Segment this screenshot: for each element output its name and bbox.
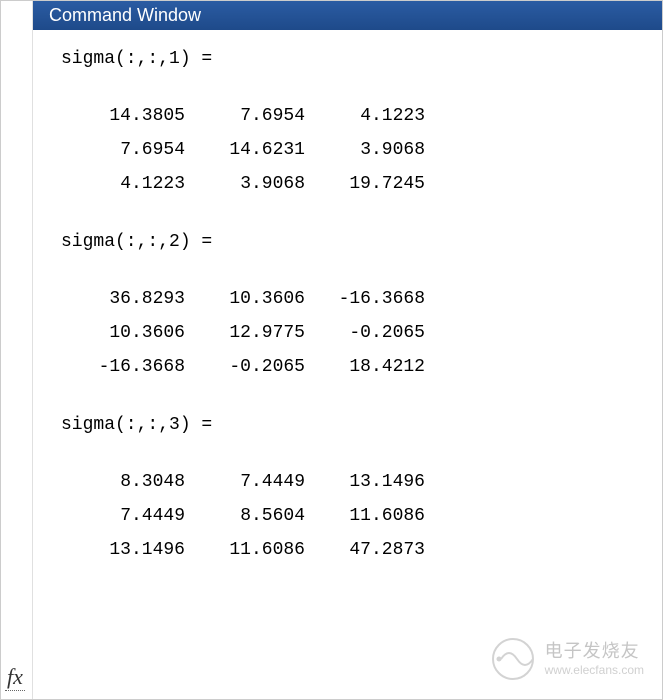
fx-prompt-icon[interactable]: fx bbox=[5, 664, 25, 691]
matrix-cell: 7.6954 bbox=[65, 133, 185, 167]
matrix-cell: -16.3668 bbox=[305, 282, 425, 316]
matrix-cell: 3.9068 bbox=[185, 167, 305, 201]
matrix-row: 7.6954 14.6231 3.9068 bbox=[61, 133, 634, 167]
watermark-sub: www.elecfans.com bbox=[545, 663, 644, 677]
matrix-cell: 8.5604 bbox=[185, 499, 305, 533]
output-block: sigma(:,:,1) = 14.3805 7.6954 4.1223 7.6… bbox=[61, 44, 634, 201]
matrix-row: 4.1223 3.9068 19.7245 bbox=[61, 167, 634, 201]
matrix-row: 7.4449 8.5604 11.6086 bbox=[61, 499, 634, 533]
matrix-cell: 11.6086 bbox=[305, 499, 425, 533]
matrix-row: 10.3606 12.9775 -0.2065 bbox=[61, 316, 634, 350]
matrix-cell: 36.8293 bbox=[65, 282, 185, 316]
matrix-cell: 7.6954 bbox=[185, 99, 305, 133]
matrix-cell: 18.4212 bbox=[305, 350, 425, 384]
command-window-title-bar: Command Window bbox=[33, 1, 662, 30]
matrix-cell: 7.4449 bbox=[65, 499, 185, 533]
variable-header: sigma(:,:,3) = bbox=[61, 410, 634, 441]
window-title: Command Window bbox=[49, 5, 201, 25]
matrix-cell: 13.1496 bbox=[305, 465, 425, 499]
matrix-cell: -0.2065 bbox=[185, 350, 305, 384]
matrix-cell: 4.1223 bbox=[305, 99, 425, 133]
matrix-cell: 10.3606 bbox=[65, 316, 185, 350]
matrix-cell: 14.6231 bbox=[185, 133, 305, 167]
matrix-cell: 4.1223 bbox=[65, 167, 185, 201]
matrix-cell: -16.3668 bbox=[65, 350, 185, 384]
command-window-output[interactable]: sigma(:,:,1) = 14.3805 7.6954 4.1223 7.6… bbox=[33, 30, 662, 607]
matrix-cell: 11.6086 bbox=[185, 533, 305, 567]
matrix-cell: 14.3805 bbox=[65, 99, 185, 133]
matrix-cell: 8.3048 bbox=[65, 465, 185, 499]
matrix-cell: 3.9068 bbox=[305, 133, 425, 167]
output-block: sigma(:,:,3) = 8.3048 7.4449 13.1496 7.4… bbox=[61, 410, 634, 567]
matrix-row: -16.3668 -0.2065 18.4212 bbox=[61, 350, 634, 384]
matrix-row: 14.3805 7.6954 4.1223 bbox=[61, 99, 634, 133]
matrix-cell: -0.2065 bbox=[305, 316, 425, 350]
matrix-row: 36.8293 10.3606 -16.3668 bbox=[61, 282, 634, 316]
matrix-cell: 13.1496 bbox=[65, 533, 185, 567]
variable-header: sigma(:,:,2) = bbox=[61, 227, 634, 258]
matrix-cell: 7.4449 bbox=[185, 465, 305, 499]
matrix-cell: 12.9775 bbox=[185, 316, 305, 350]
matrix-row: 8.3048 7.4449 13.1496 bbox=[61, 465, 634, 499]
output-block: sigma(:,:,2) = 36.8293 10.3606 -16.3668 … bbox=[61, 227, 634, 384]
matrix-cell: 47.2873 bbox=[305, 533, 425, 567]
gutter bbox=[1, 1, 33, 699]
watermark: 电子发烧友 www.elecfans.com bbox=[491, 637, 644, 681]
watermark-logo-icon bbox=[491, 637, 535, 681]
matrix-row: 13.1496 11.6086 47.2873 bbox=[61, 533, 634, 567]
matrix-cell: 19.7245 bbox=[305, 167, 425, 201]
watermark-text: 电子发烧友 www.elecfans.com bbox=[545, 641, 644, 677]
watermark-main: 电子发烧友 bbox=[545, 641, 644, 663]
variable-header: sigma(:,:,1) = bbox=[61, 44, 634, 75]
fx-label: fx bbox=[7, 664, 23, 689]
matrix-cell: 10.3606 bbox=[185, 282, 305, 316]
